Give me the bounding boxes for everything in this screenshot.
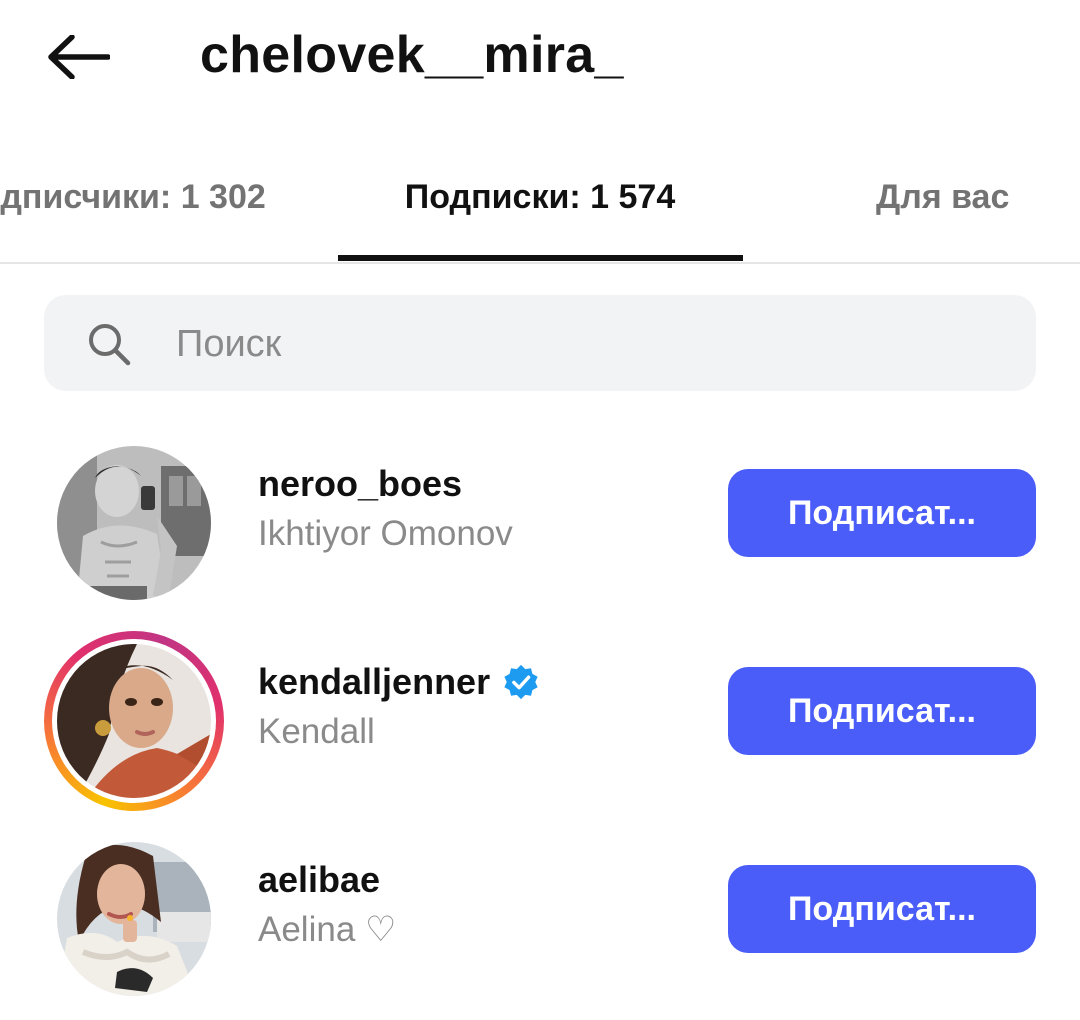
back-button[interactable] <box>40 22 116 92</box>
active-tab-indicator <box>338 255 743 261</box>
avatar[interactable] <box>44 829 224 1009</box>
full-name: Kendall <box>258 712 375 751</box>
tab-for-you[interactable]: Для вас <box>876 172 1009 222</box>
tab-following[interactable]: Подписки: 1 574 <box>338 172 742 222</box>
full-name: Aelina ♡ <box>258 910 397 949</box>
follow-button[interactable]: Подписат... <box>728 667 1036 755</box>
username[interactable]: neroo_boes <box>258 459 462 509</box>
avatar-story-ring[interactable] <box>44 631 224 811</box>
full-name: Ikhtiyor Omonov <box>258 514 513 553</box>
search-input[interactable] <box>176 318 996 370</box>
follow-button[interactable]: Подписат... <box>728 469 1036 557</box>
arrow-left-icon <box>48 35 110 79</box>
avatar[interactable] <box>44 433 224 613</box>
username[interactable]: aelibae <box>258 855 380 905</box>
list-item: neroo_boes Ikhtiyor Omonov Подписат... <box>0 433 1080 613</box>
avatar-image <box>57 842 211 996</box>
header-bar: chelovek__mira_ <box>0 0 1080 120</box>
page-title: chelovek__mira_ <box>200 26 624 84</box>
follow-button[interactable]: Подписат... <box>728 865 1036 953</box>
tab-followers[interactable]: одписчики: 1 302 <box>0 172 266 222</box>
list-item: aelibae Aelina ♡ Подписат... <box>0 829 1080 1009</box>
username[interactable]: kendalljenner <box>258 657 540 707</box>
list-item: kendalljenner Kendall Подписат... <box>0 631 1080 811</box>
avatar-image <box>57 644 211 798</box>
search-icon <box>89 324 131 366</box>
avatar-image <box>57 446 211 600</box>
tab-bar: одписчики: 1 302 Подписки: 1 574 Для вас <box>0 150 1080 264</box>
verified-badge-icon <box>504 664 538 700</box>
